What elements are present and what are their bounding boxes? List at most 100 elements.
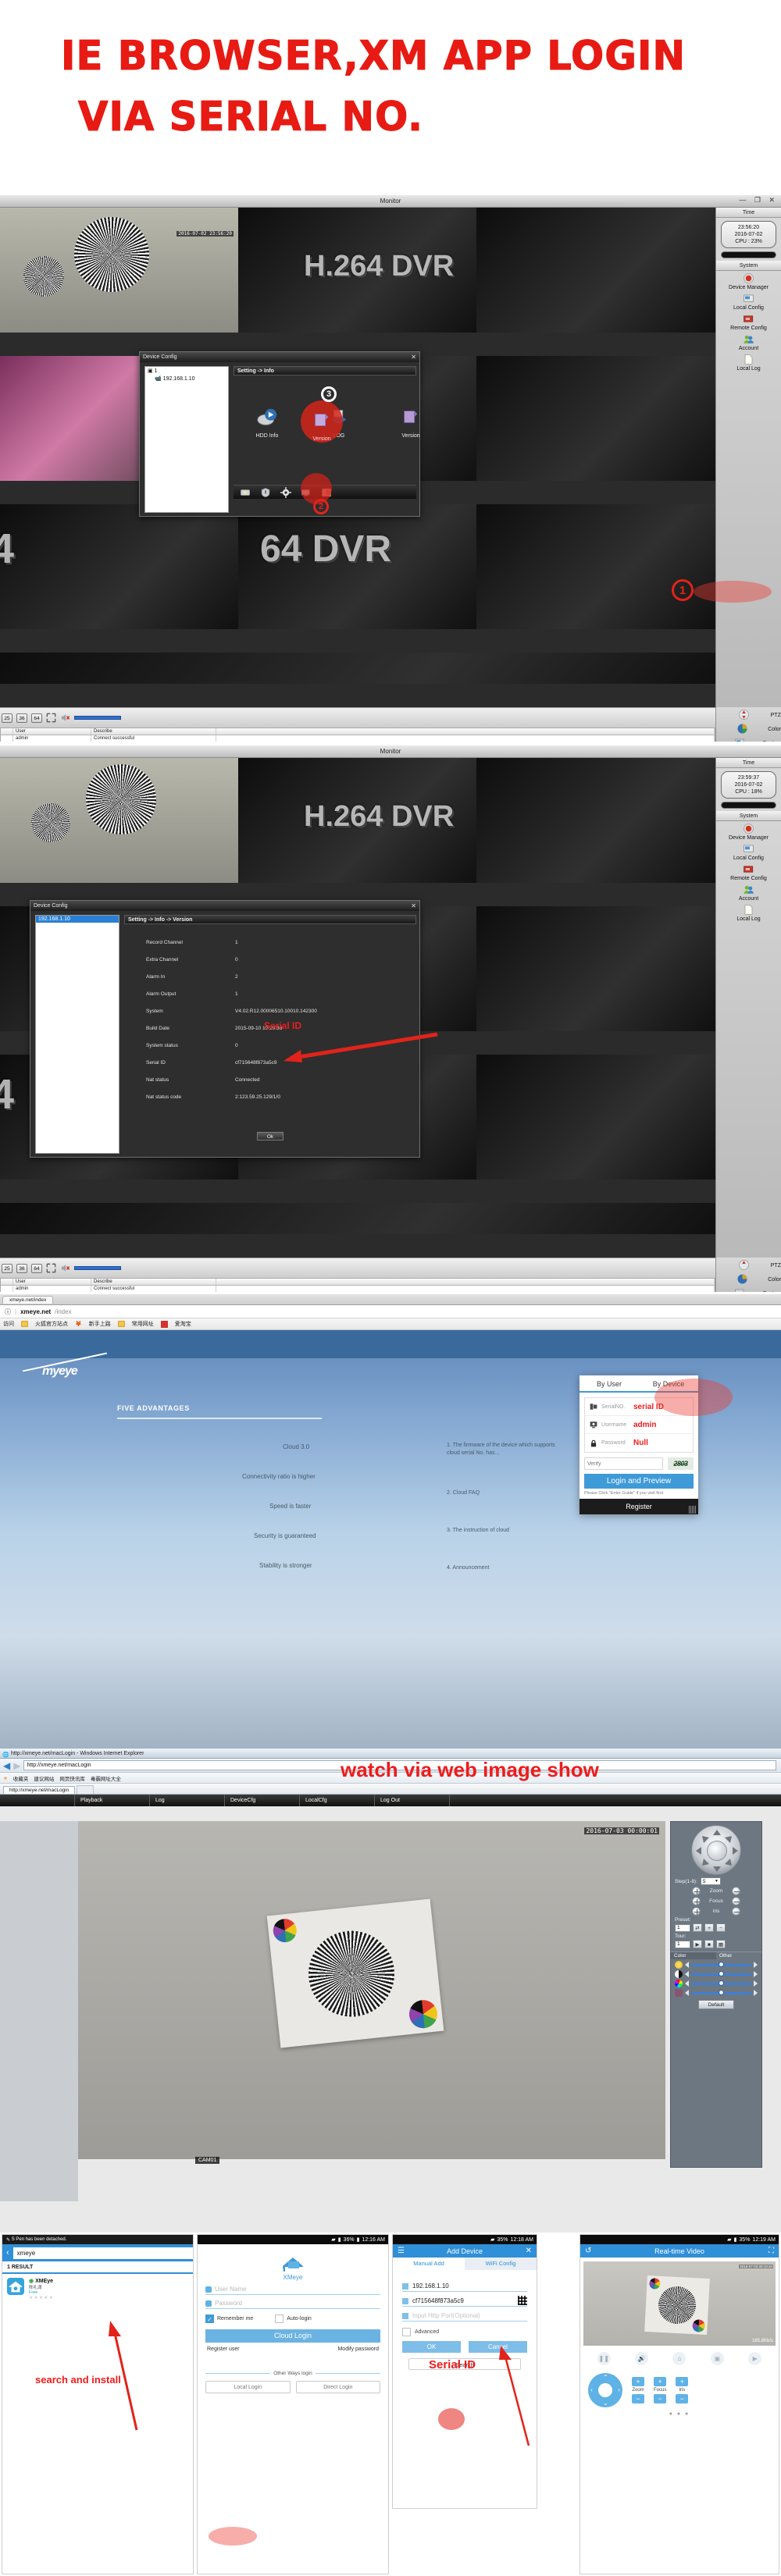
video-cell-8[interactable]: 64 DVR [238, 504, 476, 629]
sidebar-item-ptz[interactable]: PTZ [716, 1258, 781, 1272]
sidebar-item-local-config[interactable]: Local Config [716, 291, 781, 311]
gear-icon[interactable] [280, 486, 291, 498]
search-input[interactable] [12, 2247, 193, 2259]
layout-25-button[interactable]: 25 [2, 713, 12, 723]
tab-manual-add[interactable]: Manual Add [393, 2258, 465, 2270]
close-icon[interactable]: ✕ [411, 352, 416, 362]
tree-child-node[interactable]: 📹 192.168.1.10 [145, 375, 228, 382]
tour-grid-button[interactable]: ▦ [716, 1940, 726, 1948]
favorites-item[interactable]: 建议网站 [34, 1774, 54, 1782]
table-row[interactable]: admin Connect successful [1, 1286, 715, 1292]
tour-stop-button[interactable]: ■ [704, 1940, 714, 1948]
info-item-hdd[interactable]: HDD Info [249, 407, 285, 439]
local-login-button[interactable]: Local Login [205, 2381, 291, 2393]
auto-login-checkbox[interactable] [275, 2314, 284, 2323]
bookmark-item[interactable]: 新手上路 [89, 1320, 111, 1328]
sidebar-item-color[interactable]: Color [716, 721, 781, 735]
slider-right-arrow[interactable] [754, 1962, 758, 1968]
register-button[interactable]: Register [580, 1499, 698, 1514]
login-preview-button[interactable]: Login and Preview [584, 1474, 694, 1489]
new-tab-button[interactable] [77, 1785, 95, 1794]
dpad-up-icon[interactable]: ⌃ [603, 2374, 608, 2381]
layout-64-button[interactable]: 64 [31, 1263, 42, 1273]
fullscreen-icon[interactable] [46, 1263, 56, 1273]
focus-out-button[interactable]: − [654, 2394, 667, 2403]
focus-in-button[interactable] [692, 1897, 701, 1905]
slider-saturation[interactable] [671, 1987, 761, 1997]
modify-password-link[interactable]: Modify password [337, 2347, 379, 2352]
live-preview[interactable]: 2016-07-03 00:19:34 165.8Kb/s [583, 2261, 776, 2346]
tour-input[interactable] [675, 1940, 690, 1948]
video-cell-7[interactable]: 4 [0, 504, 238, 629]
username-field[interactable]: User Name [205, 2286, 380, 2295]
menu-item-log[interactable]: Log [150, 1795, 225, 1806]
zoom-out-button[interactable]: − [632, 2394, 644, 2403]
direct-login-button[interactable]: Direct Login [295, 2381, 380, 2393]
iris-out-button[interactable] [732, 1907, 740, 1916]
favorites-item[interactable]: 收藏夹 [13, 1774, 29, 1782]
bookmark-item[interactable]: 访问 [3, 1320, 14, 1328]
slider-left-arrow[interactable] [685, 1971, 689, 1977]
back-icon[interactable]: ◀ [3, 1760, 10, 1771]
ie-tab[interactable]: http://xmeye.net/macLogin [3, 1786, 76, 1794]
default-button[interactable]: Default [698, 2000, 734, 2009]
bookmark-item[interactable]: 常用网址 [132, 1320, 154, 1328]
window-controls-1[interactable]: — ❐ ✕ [739, 196, 778, 205]
field-password[interactable]: Password Null [585, 1434, 693, 1452]
tab-other[interactable]: Other [716, 1952, 761, 1959]
slider-right-arrow[interactable] [754, 1980, 758, 1987]
field-username[interactable]: Username admin [585, 1416, 693, 1434]
slider-hue[interactable] [671, 1978, 761, 1987]
tab-wifi-config[interactable]: WiFi Config [465, 2258, 537, 2270]
preset-goto-button[interactable]: ⇄ [693, 1923, 702, 1932]
sidebar-item-local-log[interactable]: Local Log [716, 902, 781, 923]
iris-in-button[interactable]: + [676, 2377, 689, 2386]
info-item-version-top[interactable]: Version [304, 410, 340, 442]
mute-icon[interactable] [60, 1263, 70, 1273]
sidebar-item-ptz[interactable]: PTZ [716, 707, 781, 721]
sidebar-item-account[interactable]: Account [716, 882, 781, 902]
menu-item-localcfg[interactable]: LocalCfg [300, 1795, 375, 1806]
layout-25-button[interactable]: 25 [2, 1263, 12, 1273]
qr-scan-icon[interactable] [518, 2296, 527, 2305]
news-item[interactable]: 4. Announcement [447, 1565, 490, 1571]
url-bar[interactable]: ⓘ | xmeye.net/index [0, 1305, 781, 1318]
table-row[interactable]: admin Connect successful [1, 735, 715, 742]
ok-button[interactable]: OK [402, 2341, 461, 2353]
zoom-out-button[interactable] [732, 1887, 740, 1895]
slider-brightness[interactable] [671, 1959, 761, 1969]
video-cell-2[interactable]: H.264 DVR [238, 208, 476, 333]
list-item[interactable]: ◉ XMEye 陈礼潇 Free ★★★★★ [2, 2274, 193, 2304]
tab-color[interactable]: Color [671, 1952, 716, 1959]
slider-contrast[interactable] [671, 1969, 761, 1978]
browser-tab[interactable]: xmeye.net/index [2, 1295, 54, 1304]
slider-track[interactable] [691, 1962, 751, 1967]
news-item[interactable]: 1. The firmware of the device which supp… [447, 1442, 556, 1457]
verify-input[interactable] [584, 1457, 663, 1470]
device-tree-1[interactable]: ▣ 1 📹 192.168.1.10 [144, 366, 229, 513]
zoom-in-button[interactable] [692, 1887, 701, 1895]
iris-out-button[interactable]: − [676, 2394, 689, 2403]
sidebar-item-local-log[interactable]: Local Log [716, 352, 781, 372]
tab-by-user[interactable]: By User [580, 1375, 639, 1391]
layout-36-button[interactable]: 36 [16, 1263, 27, 1273]
pause-icon[interactable]: ❚❚ [597, 2352, 611, 2365]
page-info-icon[interactable]: ⓘ [5, 1308, 11, 1316]
news-item[interactable]: 2. Cloud FAQ [447, 1490, 480, 1496]
video-cell-1[interactable]: 2016-07-02 23:56:20 [0, 208, 238, 333]
dpad-down-icon[interactable]: ⌄ [603, 2400, 608, 2407]
advanced-checkbox[interactable] [402, 2328, 411, 2336]
video-cell-3[interactable] [476, 758, 715, 883]
step-select[interactable]: 5 ▼ [700, 1877, 721, 1885]
video-cell-2[interactable]: H.264 DVR [238, 758, 476, 883]
password-field[interactable]: Password [205, 2300, 380, 2309]
sidebar-item-color[interactable]: Color [716, 1272, 781, 1286]
fullscreen-icon[interactable]: ⛶ [769, 2247, 774, 2255]
sidebar-item-system[interactable]: System [716, 1286, 781, 1292]
dpad[interactable]: ⌃ ⌄ ‹ › [588, 2373, 622, 2407]
video-cell-6[interactable] [476, 906, 715, 1031]
slider-right-arrow[interactable] [754, 1990, 758, 1996]
camera-icon[interactable]: ▣ [710, 2352, 724, 2365]
back-icon[interactable]: ↺ [585, 2247, 591, 2255]
dpad-right-icon[interactable]: › [618, 2386, 620, 2393]
